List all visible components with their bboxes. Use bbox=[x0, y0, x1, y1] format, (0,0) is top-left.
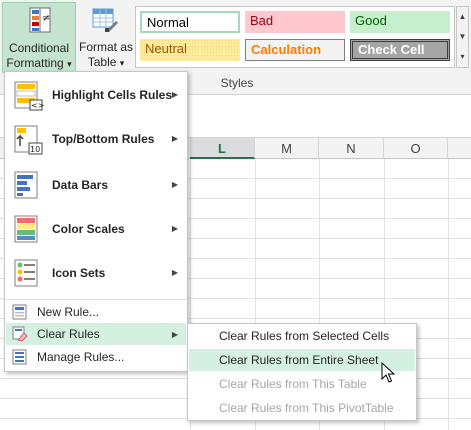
style-normal[interactable]: Normal bbox=[140, 11, 240, 33]
conditional-formatting-icon: ≠ bbox=[29, 7, 51, 33]
conditional-formatting-label-2: Formatting ▾ bbox=[6, 56, 72, 70]
scroll-down-icon[interactable]: ▼ bbox=[457, 27, 468, 47]
format-as-table-label-2: Table ▾ bbox=[87, 55, 125, 69]
cell-styles-gallery: Normal Bad Good Neutral Calculation Chec… bbox=[135, 6, 455, 68]
submenu-arrow-icon: ▶ bbox=[171, 330, 178, 339]
menu-item-icon-sets[interactable]: Icon Sets ▶ bbox=[6, 252, 186, 296]
clear-rules-label: Clear Rules bbox=[37, 327, 100, 341]
highlight-cells-rules-label: Highlight Cells Rules bbox=[52, 88, 173, 102]
menu-item-data-bars[interactable]: Data Bars ▶ bbox=[6, 164, 186, 208]
data-bars-icon bbox=[14, 171, 38, 199]
menu-item-manage-rules[interactable]: Manage Rules... bbox=[6, 346, 186, 368]
conditional-formatting-label-1: Conditional bbox=[8, 41, 70, 55]
new-rule-label: New Rule... bbox=[37, 305, 100, 319]
svg-text:≠: ≠ bbox=[42, 13, 50, 24]
mouse-cursor-icon bbox=[381, 362, 395, 383]
submenu-arrow-icon: ▶ bbox=[171, 134, 178, 143]
menu-item-clear-rules[interactable]: Clear Rules ▶ bbox=[6, 323, 186, 345]
submenu-item-clear-this-pivottable: Clear Rules from This PivotTable bbox=[219, 401, 394, 415]
menu-item-color-scales[interactable]: Color Scales ▶ bbox=[6, 208, 186, 252]
menu-item-highlight-cells-rules[interactable]: <> Highlight Cells Rules ▶ bbox=[6, 74, 186, 118]
style-good[interactable]: Good bbox=[350, 11, 450, 33]
column-header-n[interactable]: N bbox=[319, 138, 384, 159]
manage-rules-icon bbox=[12, 349, 27, 365]
submenu-arrow-icon: ▶ bbox=[171, 224, 178, 233]
svg-text:<>: <> bbox=[31, 101, 44, 110]
format-as-table-button[interactable]: Format as Table ▾ bbox=[78, 2, 134, 73]
icon-sets-label: Icon Sets bbox=[52, 266, 106, 280]
gallery-more-icon[interactable]: ▾ bbox=[457, 47, 468, 67]
scroll-up-icon[interactable]: ▲ bbox=[457, 7, 468, 27]
conditional-formatting-button[interactable]: ≠ Conditional Formatting ▾ bbox=[2, 2, 76, 73]
style-bad[interactable]: Bad bbox=[245, 11, 345, 33]
top-bottom-rules-label: Top/Bottom Rules bbox=[52, 132, 155, 146]
column-header-o[interactable]: O bbox=[384, 138, 448, 159]
menu-item-top-bottom-rules[interactable]: 10 Top/Bottom Rules ▶ bbox=[6, 118, 186, 162]
top-bottom-rules-icon: 10 bbox=[14, 125, 43, 155]
submenu-arrow-icon: ▶ bbox=[171, 180, 178, 189]
clear-rules-icon bbox=[12, 326, 28, 342]
data-bars-label: Data Bars bbox=[52, 178, 109, 192]
menu-item-new-rule[interactable]: New Rule... bbox=[6, 301, 186, 323]
svg-text:10: 10 bbox=[30, 145, 40, 154]
style-check-cell[interactable]: Check Cell bbox=[350, 39, 450, 61]
column-header-l[interactable]: L bbox=[190, 138, 255, 159]
chevron-down-icon: ▾ bbox=[67, 59, 72, 69]
color-scales-label: Color Scales bbox=[52, 222, 125, 236]
icon-sets-icon bbox=[14, 259, 38, 287]
manage-rules-label: Manage Rules... bbox=[37, 350, 125, 364]
gallery-scrollbar[interactable]: ▲ ▼ ▾ bbox=[456, 6, 469, 68]
chevron-down-icon: ▾ bbox=[119, 58, 125, 68]
format-as-table-icon bbox=[92, 8, 118, 32]
submenu-item-clear-selected-cells[interactable]: Clear Rules from Selected Cells bbox=[189, 325, 415, 347]
color-scales-icon bbox=[14, 215, 38, 243]
new-rule-icon bbox=[12, 304, 27, 320]
style-calculation[interactable]: Calculation bbox=[245, 39, 345, 61]
submenu-arrow-icon: ▶ bbox=[171, 268, 178, 277]
menu-separator bbox=[6, 299, 186, 300]
format-as-table-label-1: Format as bbox=[78, 40, 133, 54]
submenu-arrow-icon: ▶ bbox=[171, 90, 178, 99]
style-neutral[interactable]: Neutral bbox=[140, 39, 240, 61]
highlight-cells-rules-icon: <> bbox=[14, 81, 44, 111]
column-header-m[interactable]: M bbox=[255, 138, 319, 159]
conditional-formatting-menu: <> Highlight Cells Rules ▶ 10 Top/Bottom… bbox=[4, 71, 188, 372]
